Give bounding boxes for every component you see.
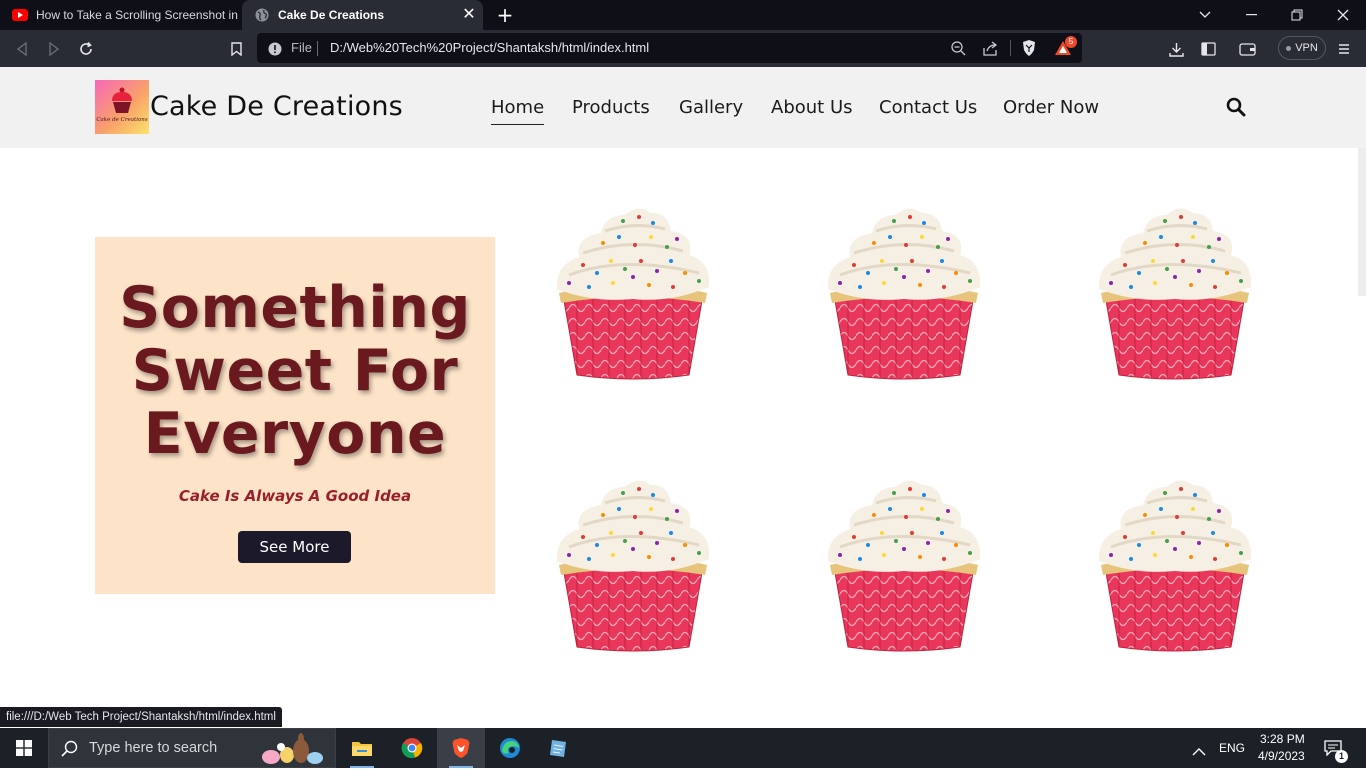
site-logo[interactable]: Cake de Creations xyxy=(95,80,149,134)
nav-home[interactable]: Home xyxy=(491,97,545,125)
search-icon xyxy=(61,740,78,761)
language-indicator[interactable]: ENG xyxy=(1219,741,1245,755)
tab-search-chevron-icon[interactable] xyxy=(1182,0,1228,30)
wallet-icon[interactable] xyxy=(1237,38,1259,60)
zoom-icon[interactable] xyxy=(951,41,966,60)
vpn-label: VPN xyxy=(1295,42,1318,54)
address-separator xyxy=(317,41,318,56)
hero-title: Something Sweet For Everyone xyxy=(95,277,495,466)
new-tab-button[interactable]: + xyxy=(494,4,516,26)
cupcake-logo-icon xyxy=(112,87,132,113)
taskbar-search-placeholder: Type here to search xyxy=(89,740,218,756)
site-header: Cake de Creations Cake De Creations Home… xyxy=(0,67,1366,148)
close-window-icon[interactable] xyxy=(1320,0,1366,30)
brand-name[interactable]: Cake De Creations xyxy=(150,91,403,122)
hero-title-line: Something xyxy=(119,275,471,341)
tab-title: Cake De Creations xyxy=(278,8,385,22)
globe-icon xyxy=(254,7,270,23)
notification-count-badge: 1 xyxy=(1335,750,1348,763)
info-icon[interactable] xyxy=(268,41,282,60)
rewards-badge: 5 xyxy=(1065,36,1077,48)
cupcake-image xyxy=(553,203,713,383)
cupcake-image xyxy=(1095,475,1255,655)
hero-title-line: Sweet For xyxy=(131,338,459,404)
hero-title-line: Everyone xyxy=(143,401,447,467)
nav-contact-us[interactable]: Contact Us xyxy=(879,97,977,118)
tab-cake-de-creations[interactable]: Cake De Creations ✕ xyxy=(242,0,483,30)
address-bar[interactable]: File D:/Web%20Tech%20Project/Shantaksh/h… xyxy=(257,33,1082,63)
nav-order-now[interactable]: Order Now xyxy=(1003,97,1099,118)
tab-title: How to Take a Scrolling Screenshot in xyxy=(36,8,238,22)
menu-icon[interactable] xyxy=(1333,38,1355,60)
edge-icon[interactable] xyxy=(486,728,534,768)
tab-youtube[interactable]: How to Take a Scrolling Screenshot in xyxy=(0,0,238,30)
see-more-button[interactable]: See More xyxy=(238,531,351,563)
notepad-icon[interactable] xyxy=(534,728,582,768)
vpn-button[interactable]: VPN xyxy=(1278,36,1326,60)
page-scrollbar[interactable] xyxy=(1358,148,1366,296)
browser-toolbar: File D:/Web%20Tech%20Project/Shantaksh/h… xyxy=(0,30,1366,78)
youtube-icon xyxy=(12,7,28,23)
taskbar-search-box[interactable]: Type here to search xyxy=(48,728,336,768)
bookmark-icon[interactable] xyxy=(225,38,247,60)
sidebar-icon[interactable] xyxy=(1197,38,1219,60)
reload-icon[interactable] xyxy=(75,38,97,60)
cupcake-image xyxy=(824,203,984,383)
share-icon[interactable] xyxy=(983,41,999,60)
forward-icon[interactable] xyxy=(43,38,65,60)
file-explorer-icon[interactable] xyxy=(338,728,386,768)
clock-date[interactable]: 4/9/2023 xyxy=(1258,749,1305,763)
windows-start-icon[interactable] xyxy=(0,728,48,768)
close-tab-icon[interactable]: ✕ xyxy=(461,7,477,23)
address-url[interactable]: D:/Web%20Tech%20Project/Shantaksh/html/i… xyxy=(330,40,649,55)
logo-text: Cake de Creations xyxy=(96,117,148,123)
easter-decoration-icon xyxy=(257,733,331,769)
cupcake-image xyxy=(824,475,984,655)
search-icon[interactable] xyxy=(1226,97,1248,119)
nav-products[interactable]: Products xyxy=(572,97,650,118)
chrome-icon[interactable] xyxy=(388,728,436,768)
download-icon[interactable] xyxy=(1165,38,1187,60)
clock-time[interactable]: 3:28 PM xyxy=(1260,732,1305,746)
cupcake-image xyxy=(553,475,713,655)
hero-card: Something Sweet For Everyone Cake Is Alw… xyxy=(95,237,495,594)
address-scheme: File xyxy=(291,40,312,55)
browser-tab-bar: How to Take a Scrolling Screenshot in Ca… xyxy=(0,0,1366,30)
vpn-status-dot xyxy=(1286,45,1292,51)
tray-chevron-up-icon[interactable] xyxy=(1192,741,1206,760)
brave-browser-icon[interactable] xyxy=(437,728,485,768)
link-status-bubble: file:///D:/Web Tech Project/Shantaksh/ht… xyxy=(0,707,282,727)
brave-shields-icon[interactable] xyxy=(1021,39,1037,61)
nav-gallery[interactable]: Gallery xyxy=(679,97,743,118)
minimize-icon[interactable] xyxy=(1228,0,1274,30)
nav-about-us[interactable]: About Us xyxy=(771,97,853,118)
restore-icon[interactable] xyxy=(1274,0,1320,30)
cupcake-image xyxy=(1095,203,1255,383)
omnibox-divider xyxy=(1010,40,1011,56)
hero-tagline: Cake Is Always A Good Idea xyxy=(178,487,412,505)
back-icon[interactable] xyxy=(11,38,33,60)
windows-taskbar: Type here to search ENG 3:28 PM 4/9/2023… xyxy=(0,728,1366,768)
